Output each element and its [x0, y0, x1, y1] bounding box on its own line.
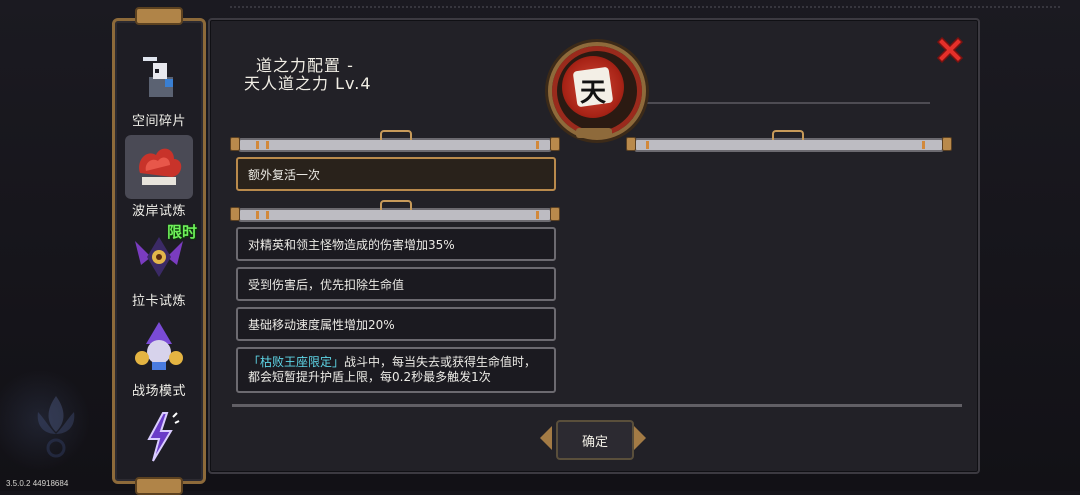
sidebar-item-label: 空间碎片: [131, 114, 186, 129]
scroll-tick: [922, 141, 925, 149]
scroll-tick: [256, 211, 259, 219]
upper-scroll-bar[interactable]: [230, 130, 560, 152]
tianren-emblem: 天: [548, 42, 646, 140]
list-item[interactable]: 对精英和领主怪物造成的伤害增加35%: [236, 227, 556, 261]
sidebar-item-space-fragment[interactable]: 空间碎片: [119, 45, 199, 135]
sidebar-item-laka-trial[interactable]: 限时 拉卡试炼: [119, 223, 199, 315]
upper-right-scroll-bar[interactable]: [626, 130, 952, 152]
scroll-handle: [380, 130, 412, 140]
list-item[interactable]: 受到伤害后，优先扣除生命值: [236, 267, 556, 301]
scroll-tick: [536, 211, 539, 219]
list-item-text: 「枯败王座限定」战斗中，每当失去或获得生命值时，都会短暂提升护盾上限，每0.2秒…: [248, 355, 544, 385]
sidebar-icon-frame: [125, 405, 193, 469]
scroll-tick: [266, 211, 269, 219]
lower-scroll-bar[interactable]: [230, 200, 560, 222]
confirm-right-ornament: [634, 426, 646, 450]
scroll-handle: [772, 130, 804, 140]
sidebar-icon-frame: [125, 315, 193, 379]
limited-time-badge: 限时: [166, 223, 197, 241]
panel-subtitle: 天人道之力 Lv.4: [244, 74, 372, 93]
sidebar-cap-bottom: [135, 477, 183, 495]
sidebar-cap-top: [135, 7, 183, 25]
lotus-watermark-icon: [37, 396, 75, 458]
version-label: 3.5.0.2 44918684: [6, 479, 69, 488]
dao-power-panel: 道之力配置 - 天人道之力 Lv.4 天 额外复活一次 对精英和领主怪物造成的伤…: [208, 18, 980, 474]
sidebar-item-coral-trial[interactable]: 波岸试炼: [119, 135, 199, 225]
scroll-tick: [266, 141, 269, 149]
mode-sidebar: 空间碎片 波岸试炼 限时 拉卡试炼 战场模式: [112, 7, 206, 495]
emblem-inner: 天: [562, 56, 624, 118]
close-icon[interactable]: [934, 34, 966, 66]
coral-trial-icon: [139, 148, 182, 185]
list-item[interactable]: 「枯败王座限定」战斗中，每当失去或获得生命值时，都会短暂提升护盾上限，每0.2秒…: [236, 347, 556, 393]
list-item[interactable]: 额外复活一次: [236, 157, 556, 191]
scroll-handle: [380, 200, 412, 210]
sidebar-item-label: 波岸试炼: [131, 204, 186, 219]
scroll-tick: [256, 141, 259, 149]
bottom-divider: [232, 404, 962, 407]
confirm-button[interactable]: 确定: [556, 420, 634, 460]
scroll-tick: [536, 141, 539, 149]
lightning-icon: [147, 412, 180, 462]
space-fragment-icon: [143, 57, 173, 97]
scroll-tick: [646, 141, 649, 149]
sidebar-item-label: 战场模式: [131, 384, 186, 399]
list-item[interactable]: 基础移动速度属性增加20%: [236, 307, 556, 341]
sidebar-item-label: 拉卡试炼: [131, 294, 186, 309]
emblem-base: [576, 128, 612, 138]
sidebar-icon-frame: [125, 45, 193, 109]
highlight-tag: 「枯败王座限定」: [248, 355, 345, 369]
battlefield-icon: [135, 322, 183, 370]
confirm-left-ornament: [540, 426, 552, 450]
emblem-char: 天: [579, 78, 606, 108]
sidebar-icon-frame: [125, 135, 193, 199]
sidebar-item-battlefield[interactable]: 战场模式: [119, 315, 199, 405]
